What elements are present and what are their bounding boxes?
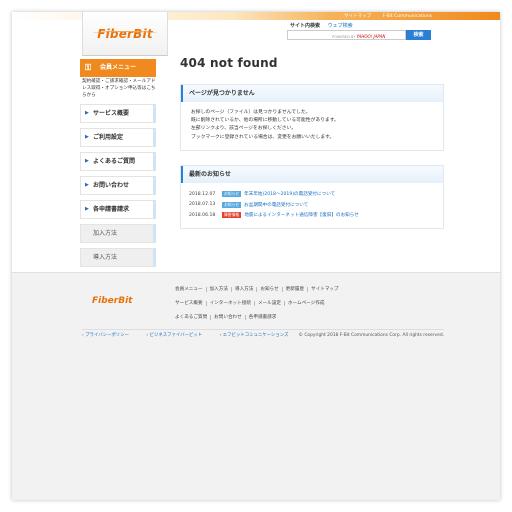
sidebar-item-faq[interactable]: ▶ よくあるご質問 xyxy=(80,152,156,171)
news-badge: お知らせ xyxy=(222,191,242,198)
footer-link[interactable]: お問い合わせ xyxy=(211,315,246,320)
sitemap-link[interactable]: サイトマップ xyxy=(344,14,371,19)
news-link[interactable]: お盆期間中の電話受付について xyxy=(244,202,308,208)
sidebar-item-forms[interactable]: ▶ 各申請書請求 xyxy=(80,200,156,219)
sidebar-item-settings[interactable]: ▶ ご利用設定 xyxy=(80,128,156,147)
footer-link[interactable]: 各申請書請求 xyxy=(246,315,280,320)
footer-link[interactable]: サイトマップ xyxy=(308,287,342,292)
news-list: 2018.12.07 お知らせ 年末年始(2018〜2019)の電話受付について… xyxy=(181,183,443,229)
footer-link[interactable]: 更新履歴 xyxy=(282,287,309,292)
footer-link[interactable]: メール設定 xyxy=(254,301,285,306)
sidebar-item-install[interactable]: 導入方法 xyxy=(80,248,156,267)
sidebar-item-label: 加入方法 xyxy=(93,230,118,237)
footer-link-row: サービス概要 インターネット接続 メール設定 ホームページ作成 xyxy=(172,297,452,311)
news-item: 2018.07.13 お知らせ お盆期間中の電話受付について xyxy=(189,199,435,210)
logo: FiberBit xyxy=(93,26,157,41)
footer-links: 会員メニュー 加入方法 導入方法 お知らせ 更新履歴 サイトマップ サービス概要 インターネ… xyxy=(172,283,452,325)
member-menu-button[interactable]: ⚿ 会員メニュー xyxy=(80,59,156,77)
sidebar-item-contact[interactable]: ▶ お問い合わせ xyxy=(80,176,156,195)
fbit-communications-link[interactable]: › エフビットコミュニケーションズ xyxy=(220,333,297,338)
notfound-line: お探しのページ（ファイル）は見つかりませんでした。 xyxy=(191,110,311,115)
news-panel: 最新のお知らせ 2018.12.07 お知らせ 年末年始(2018〜2019)の… xyxy=(180,164,444,230)
member-desc: 契約確認・ご請求確認・メールアドレス取得・オプション申込等はこちらから xyxy=(82,79,156,98)
logo-link[interactable]: FiberBit xyxy=(82,12,168,56)
footer-link[interactable]: 導入方法 xyxy=(231,287,258,292)
search-powered-label: POWERED BY xyxy=(332,35,356,39)
arrow-icon: ▶ xyxy=(85,182,89,188)
key-icon: ⚿ xyxy=(85,63,92,72)
footer-link[interactable]: サービス概要 xyxy=(172,301,207,306)
sidebar-item-label: お問い合わせ xyxy=(93,182,130,189)
notfound-line: ブックマークに登録されている場合は、変更をお願いいたします。 xyxy=(191,134,335,140)
page-title: 404 not found xyxy=(180,56,278,70)
sidebar-item-join[interactable]: 加入方法 xyxy=(80,224,156,243)
search-tabs: サイト内検索 ウェブ検索 xyxy=(290,22,353,29)
company-link[interactable]: F-Bit Communications xyxy=(383,14,432,19)
footer-link[interactable]: 加入方法 xyxy=(206,287,232,292)
footer-link-row: よくあるご質問 お問い合わせ 各申請書請求 xyxy=(172,311,452,325)
footer-link[interactable]: インターネット接続 xyxy=(206,301,255,306)
notfound-heading: ページが見つかりません xyxy=(181,85,443,102)
member-menu-label: 会員メニュー xyxy=(100,64,137,71)
arrow-icon: ▶ xyxy=(85,134,89,140)
sidebar-item-label: よくあるご質問 xyxy=(93,158,136,165)
notfound-panel: ページが見つかりません お探しのページ（ファイル）は見つかりませんでした。 既に… xyxy=(180,84,444,151)
arrow-icon: ▶ xyxy=(85,158,89,164)
main-content: 404 not found ページが見つかりません お探しのページ（ファイル）は… xyxy=(180,56,444,230)
sidebar-item-label: 導入方法 xyxy=(93,254,118,261)
yahoo-logo: YAHOO! JAPAN xyxy=(356,34,386,39)
search-button[interactable]: 検索 xyxy=(406,30,431,40)
footer: FiberBit 会員メニュー 加入方法 導入方法 お知らせ 更新履歴 サイトマップ サー… xyxy=(12,272,500,500)
fbit-communications-label: エフビットコミュニケーションズ xyxy=(222,333,289,338)
news-date: 2018.12.07 xyxy=(189,191,216,197)
sidebar-item-label: 各申請書請求 xyxy=(93,206,130,213)
tab-web-search[interactable]: ウェブ検索 xyxy=(328,23,353,29)
footer-link[interactable]: お知らせ xyxy=(257,287,283,292)
sidebar-item-label: サービス概要 xyxy=(93,110,130,117)
footer-link-row: 会員メニュー 加入方法 導入方法 お知らせ 更新履歴 サイトマップ xyxy=(172,283,452,297)
news-link[interactable]: 年末年始(2018〜2019)の電話受付について xyxy=(244,191,335,197)
news-badge: 障害情報 xyxy=(222,212,242,219)
search-input[interactable]: POWERED BY YAHOO! JAPAN xyxy=(287,30,406,40)
sidebar-item-service[interactable]: ▶ サービス概要 xyxy=(80,104,156,123)
sidebar-nav: ▶ サービス概要 ▶ ご利用設定 ▶ よくあるご質問 ▶ お問い合わせ ▶ 各申請書請求 … xyxy=(80,104,156,272)
arrow-icon: ▶ xyxy=(85,206,89,212)
news-badge: お知らせ xyxy=(222,201,242,208)
tab-site-search[interactable]: サイト内検索 xyxy=(290,23,320,29)
footer-bottom: › プライバシーポリシー › ビジネスファイバービット › エフビットコミュニケ… xyxy=(82,329,444,343)
news-date: 2018.06.18 xyxy=(189,212,216,218)
footer-link[interactable]: 会員メニュー xyxy=(172,287,207,292)
footer-logo[interactable]: FiberBit xyxy=(92,296,132,306)
news-heading: 最新のお知らせ xyxy=(181,165,443,183)
notfound-line: 左部リンクより、該当ページをお探しください。 xyxy=(191,126,297,132)
footer-link[interactable]: ホームページ作成 xyxy=(285,301,328,306)
news-item: 2018.12.07 お知らせ 年末年始(2018〜2019)の電話受付について xyxy=(189,189,435,200)
news-link[interactable]: 地震によるインターネット通信障害【復旧】のお知らせ xyxy=(244,212,359,218)
page-frame: サイトマップ F-Bit Communications FiberBit サイト… xyxy=(12,12,500,500)
arrow-icon: ▶ xyxy=(85,110,89,116)
copyright: © Copyright 2018 F-Bit Communications Co… xyxy=(298,333,444,338)
notfound-body: お探しのページ（ファイル）は見つかりませんでした。 既に削除されているか、他の場… xyxy=(181,102,443,150)
news-date: 2018.07.13 xyxy=(189,202,216,208)
business-fiberbit-link[interactable]: › ビジネスファイバービット xyxy=(146,333,210,338)
news-item: 2018.06.18 障害情報 地震によるインターネット通信障害【復旧】のお知ら… xyxy=(189,210,435,221)
privacy-policy-label: プライバシーポリシー xyxy=(85,333,129,338)
business-fiberbit-label: ビジネスファイバービット xyxy=(149,333,203,338)
sidebar-item-label: ご利用設定 xyxy=(93,134,124,141)
notfound-line: 既に削除されているか、他の場所に移動している可能性があります。 xyxy=(191,118,339,124)
footer-link[interactable]: よくあるご質問 xyxy=(172,315,212,320)
copyright-text: Copyright 2018 F-Bit Communications Corp… xyxy=(304,333,444,338)
privacy-policy-link[interactable]: › プライバシーポリシー xyxy=(82,333,137,338)
